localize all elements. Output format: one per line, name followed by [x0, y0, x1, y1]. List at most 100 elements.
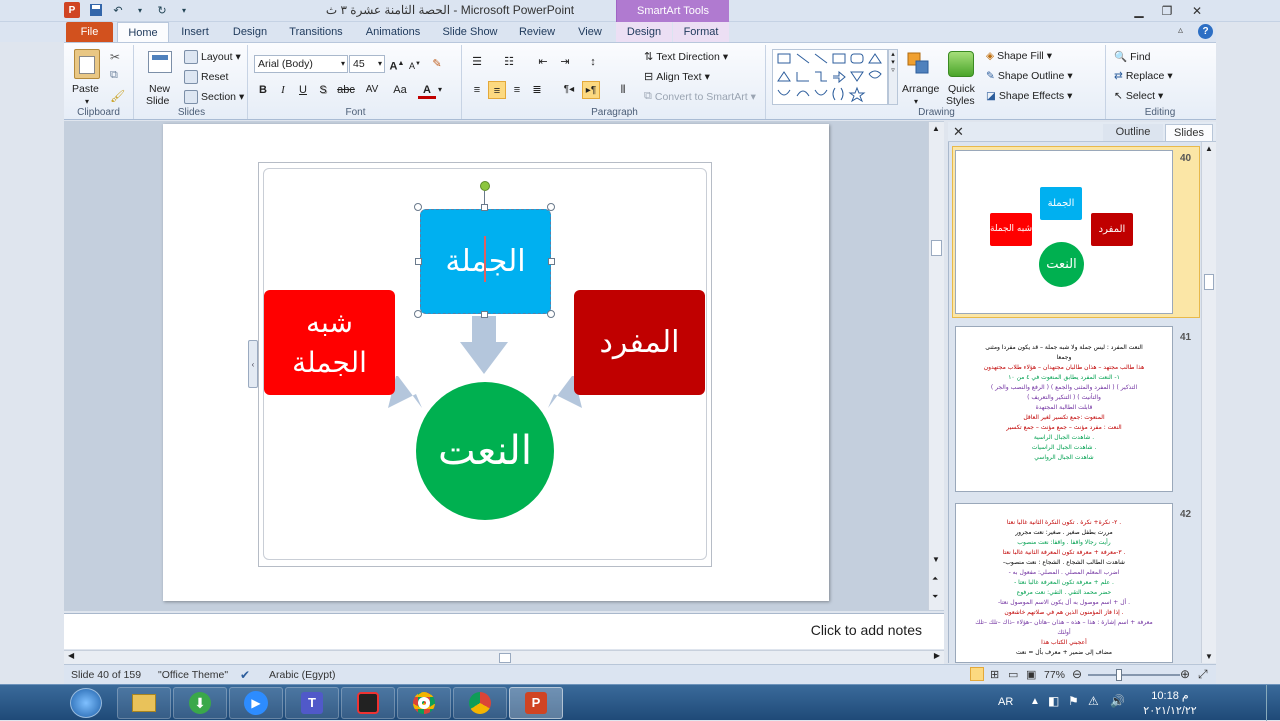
columns-icon[interactable]: ⫴ [614, 81, 632, 99]
resize-handle-e[interactable] [548, 258, 555, 265]
shape-fill-button[interactable]: Shape Fill [997, 50, 1044, 62]
quick-styles-label-2[interactable]: Styles [946, 95, 975, 107]
chrome-icon-2[interactable] [453, 687, 507, 719]
undo-icon[interactable]: ↶ [110, 2, 126, 18]
close-icon[interactable]: ✕ [1184, 2, 1210, 20]
tab-slides[interactable]: Slides [1165, 124, 1213, 141]
powerpoint-taskbar-icon[interactable]: P [509, 687, 563, 719]
close-panel-icon[interactable]: ✕ [953, 124, 964, 140]
font-color-button[interactable]: A [418, 81, 436, 99]
increase-indent-icon[interactable]: ⇥ [556, 53, 574, 71]
slides-panel-scrollbar[interactable]: ▲ ▼ [1201, 142, 1216, 663]
bold-button[interactable]: B [254, 81, 272, 99]
rotation-handle[interactable] [480, 181, 490, 191]
tray-expand-icon[interactable]: ▲ [1030, 696, 1040, 707]
teams-icon[interactable]: T [285, 687, 339, 719]
tab-animations[interactable]: Animations [358, 22, 428, 42]
bullets-icon[interactable]: ☰ [468, 53, 486, 71]
shadow-button[interactable]: S [314, 81, 332, 99]
tab-file[interactable]: File [66, 22, 113, 42]
flag-icon[interactable]: ⚑ [1068, 694, 1079, 708]
italic-button[interactable]: I [274, 81, 292, 99]
quick-styles-icon[interactable] [948, 51, 974, 77]
smartart-node-center[interactable]: النعت [416, 382, 554, 520]
slide-thumb-42[interactable]: ٢- نكرة+ نكرة . تكون النكرة الثانية غالب… [955, 503, 1173, 663]
resize-handle-sw[interactable] [414, 310, 422, 318]
paste-button[interactable]: Paste [72, 83, 99, 95]
clock-time[interactable]: 10:18 م [1138, 689, 1202, 702]
file-explorer-icon[interactable] [117, 687, 171, 719]
find-button[interactable]: Find [1130, 51, 1150, 63]
language[interactable]: Arabic (Egypt) [269, 669, 336, 681]
minimize-icon[interactable]: ▁ [1126, 2, 1152, 20]
tab-slide-show[interactable]: Slide Show [436, 22, 504, 42]
zoom-out-icon[interactable]: ⊖ [1072, 667, 1082, 681]
arrange-icon[interactable] [906, 51, 932, 77]
text-direction-button[interactable]: Text Direction [656, 51, 720, 63]
grow-font-icon[interactable]: A▲ [388, 55, 406, 73]
change-case-button[interactable]: Aa [388, 81, 412, 99]
fit-to-window-icon[interactable]: ⤢ [1198, 667, 1208, 682]
font-color-dropdown-icon[interactable]: ▾ [438, 85, 442, 94]
section-button[interactable]: Section [201, 91, 236, 103]
spell-check-icon[interactable]: ✔ [240, 668, 250, 682]
new-slide-label-2[interactable]: Slide [146, 95, 169, 107]
align-center-icon[interactable]: ≡ [488, 81, 506, 99]
clock-date[interactable]: ٢٠٢١/١٢/٢٢ [1138, 704, 1202, 717]
save-icon[interactable] [88, 2, 104, 18]
tab-insert[interactable]: Insert [172, 22, 218, 42]
left-to-right-icon[interactable]: ¶◂ [560, 81, 578, 99]
panel-scroll-thumb[interactable] [1204, 274, 1214, 290]
scroll-left-icon[interactable]: ◀ [68, 651, 74, 660]
arrange-dropdown-icon[interactable]: ▾ [914, 97, 918, 106]
justify-icon[interactable]: ≣ [528, 81, 546, 99]
shape-outline-button[interactable]: Shape Outline [998, 70, 1065, 82]
font-family-select[interactable]: Arial (Body) ▾ [254, 55, 348, 73]
resize-handle-se[interactable] [547, 310, 555, 318]
minimize-ribbon-icon[interactable]: ▵ [1178, 25, 1183, 36]
replace-button[interactable]: Replace [1126, 70, 1165, 82]
align-left-icon[interactable]: ≡ [468, 81, 486, 99]
align-right-icon[interactable]: ≡ [508, 81, 526, 99]
shapes-gallery[interactable] [772, 49, 888, 105]
horizontal-scroll-thumb[interactable] [499, 653, 511, 663]
zoom-slider-thumb[interactable] [1116, 669, 1122, 681]
quick-styles-label-1[interactable]: Quick [948, 83, 975, 95]
start-button-icon[interactable] [70, 688, 102, 718]
shrink-font-icon[interactable]: A▼ [406, 55, 424, 73]
character-spacing-button[interactable]: AV [360, 81, 384, 99]
slide-show-icon[interactable]: ▣ [1026, 668, 1036, 681]
normal-view-icon[interactable] [970, 667, 984, 681]
show-desktop-button[interactable] [1266, 685, 1280, 721]
volume-icon[interactable]: 🔊 [1110, 694, 1125, 708]
scroll-thumb[interactable] [931, 240, 942, 256]
resize-handle-w[interactable] [415, 258, 422, 265]
shape-effects-button[interactable]: Shape Effects [999, 90, 1064, 102]
tray-app-icon[interactable]: ◧ [1048, 694, 1059, 708]
zoom-icon[interactable]: ▶ [229, 687, 283, 719]
smartart-node-right[interactable]: المفرد [574, 290, 705, 395]
scroll-down-icon[interactable]: ▼ [932, 555, 940, 564]
next-slide-icon[interactable]: ⏷ [932, 592, 938, 602]
undo-dropdown-icon[interactable]: ▾ [132, 2, 148, 18]
reset-button[interactable]: Reset [201, 71, 228, 83]
notes-placeholder[interactable]: Click to add notes [811, 622, 922, 638]
tab-home[interactable]: Home [117, 22, 169, 42]
tab-smartart-design[interactable]: Design [616, 22, 672, 42]
editor-scrollbar[interactable]: ▲ ▼ ⏶ ⏷ [928, 122, 944, 610]
tab-review[interactable]: Review [512, 22, 562, 42]
shapes-gallery-scroll[interactable]: ▴ ▾ ▿ [888, 49, 898, 105]
zoom-slider[interactable] [1088, 674, 1180, 676]
underline-button[interactable]: U [294, 81, 312, 99]
powerpoint-app-icon[interactable]: P [64, 2, 80, 18]
tab-outline[interactable]: Outline [1103, 124, 1163, 141]
convert-to-smartart-button[interactable]: Convert to SmartArt [655, 91, 748, 103]
tab-view[interactable]: View [570, 22, 610, 42]
paste-dropdown-icon[interactable]: ▾ [85, 97, 89, 106]
tab-design[interactable]: Design [224, 22, 276, 42]
reading-view-icon[interactable]: ▭ [1008, 668, 1018, 681]
arrange-button[interactable]: Arrange [902, 83, 939, 95]
node-left-text[interactable]: شبه الجملة [292, 303, 367, 383]
resize-handle-n[interactable] [481, 204, 488, 211]
font-size-select[interactable]: 45 ▾ [349, 55, 385, 73]
